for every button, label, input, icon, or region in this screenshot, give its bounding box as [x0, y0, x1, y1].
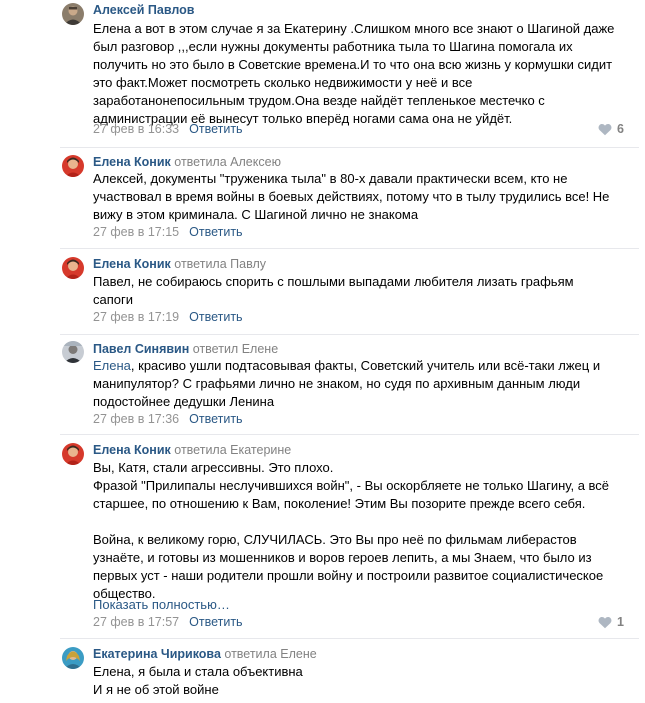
reply-to-name[interactable]: Елене [242, 342, 278, 356]
avatar[interactable] [62, 647, 84, 669]
comment-text: Елена, я была и стала объективна И я не … [93, 663, 628, 699]
avatar[interactable] [62, 155, 84, 177]
comment-header: Елена Коник ответила Екатерине [93, 442, 291, 458]
reply-prefix: ответил [192, 342, 239, 356]
like-button[interactable]: 1 [598, 614, 624, 630]
avatar[interactable] [62, 257, 84, 279]
comment-date[interactable]: 27 фев в 17:36 [93, 412, 179, 426]
reply-button[interactable]: Ответить [189, 310, 242, 324]
like-count: 1 [617, 615, 624, 629]
comment-meta: 27 фев в 16:33 Ответить [93, 121, 243, 137]
reply-to-name[interactable]: Елене [280, 647, 316, 661]
author-name[interactable]: Алексей Павлов [93, 3, 194, 17]
avatar-photo [62, 155, 84, 177]
text-line: вижу в этом криминала. С Шагиной лично н… [93, 207, 419, 222]
text-line: Война, к великому горю, СЛУЧИЛАСЬ. Это В… [93, 532, 577, 547]
reply-button[interactable]: Ответить [189, 122, 242, 136]
text-line: получить но это было в Советские времена… [93, 57, 613, 72]
text-line: Елена, красиво ушли подтасовывая факты, … [93, 357, 628, 375]
avatar[interactable] [62, 341, 84, 363]
comment-header: Екатерина Чирикова ответила Елене [93, 646, 317, 662]
avatar-photo [62, 3, 84, 25]
text-line: И я не об этой войне [93, 682, 219, 697]
heart-icon [598, 616, 612, 628]
comment-text: Павел, не собираюсь спорить с пошлыми вы… [93, 273, 628, 309]
text-line: заработанонепосильным трудом.Она везде н… [93, 93, 545, 108]
author-name[interactable]: Елена Коник [93, 257, 171, 271]
heart-icon [598, 123, 612, 135]
comment-header: Елена Коник ответила Павлу [93, 256, 266, 272]
reply-to-name[interactable]: Алексею [230, 155, 281, 169]
comment-date[interactable]: 27 фев в 17:19 [93, 310, 179, 324]
text-line: участвовал в время войны в боевых действ… [93, 189, 610, 204]
avatar[interactable] [62, 3, 84, 25]
reply-to-name[interactable]: Екатерине [230, 443, 291, 457]
divider [60, 248, 639, 249]
comment-header: Алексей Павлов [93, 2, 194, 18]
text-line: манипулятор? С графьями лично не знаком,… [93, 376, 581, 391]
divider [60, 334, 639, 335]
text-line: Алексей, документы "труженика тыла" в 80… [93, 171, 568, 186]
text-line: узнаёте, и готовы из мошенников и воров … [93, 550, 592, 565]
divider [60, 638, 639, 639]
comment-meta: 27 фев в 17:19 Ответить [93, 309, 243, 325]
comment-header: Елена Коник ответила Алексею [93, 154, 281, 170]
text-line: сапоги [93, 292, 134, 307]
like-button[interactable]: 6 [598, 121, 624, 137]
author-name[interactable]: Павел Синявин [93, 342, 189, 356]
reply-prefix: ответила [174, 257, 227, 271]
text-line: Вы, Катя, стали агрессивны. Это плохо. [93, 460, 334, 475]
comment-date[interactable]: 27 фев в 16:33 [93, 122, 179, 136]
text-line: подостойнее дедушки Ленина [93, 394, 275, 409]
avatar-photo [62, 647, 84, 669]
comment-meta: 27 фев в 17:36 Ответить [93, 411, 243, 427]
text-line: первых уст - наши родители прошли войну … [93, 568, 604, 583]
avatar-photo [62, 443, 84, 465]
text-line: Фразой "Прилипалы неслучившихся войн", -… [93, 478, 610, 493]
comment-text: Елена а вот в этом случае я за Екатерину… [93, 20, 628, 128]
avatar[interactable] [62, 443, 84, 465]
avatar-photo [62, 341, 84, 363]
comment-meta: 27 фев в 17:57 Ответить [93, 614, 243, 630]
show-more-link[interactable]: Показать полностью… [93, 596, 230, 614]
author-name[interactable]: Елена Коник [93, 443, 171, 457]
like-count: 6 [617, 122, 624, 136]
comment-text: Алексей, документы "труженика тыла" в 80… [93, 170, 628, 224]
mention-link[interactable]: Елена [93, 358, 131, 373]
comment-date[interactable]: 27 фев в 17:15 [93, 225, 179, 239]
text-line: Елена, я была и стала объективна [93, 664, 303, 679]
comment-text: Вы, Катя, стали агрессивны. Это плохо. Ф… [93, 459, 628, 603]
divider [60, 147, 639, 148]
text-line: старшее, по отношению к Вам, поколение! … [93, 496, 586, 511]
divider [60, 434, 639, 435]
author-name[interactable]: Елена Коник [93, 155, 171, 169]
text-line: это факт.Может посмотреть сколько недвиж… [93, 75, 473, 90]
comment-header: Павел Синявин ответил Елене [93, 341, 278, 357]
avatar-photo [62, 257, 84, 279]
text-line: Павел, не собираюсь спорить с пошлыми вы… [93, 274, 574, 289]
reply-prefix: ответила [174, 155, 227, 169]
text-line: Елена а вот в этом случае я за Екатерину… [93, 21, 615, 36]
reply-prefix: ответила [224, 647, 277, 661]
text-rest: , красиво ушли подтасовывая факты, Совет… [130, 358, 601, 373]
reply-to-name[interactable]: Павлу [230, 257, 266, 271]
reply-button[interactable]: Ответить [189, 412, 242, 426]
comment-meta: 27 фев в 17:15 Ответить [93, 224, 243, 240]
reply-button[interactable]: Ответить [189, 615, 242, 629]
reply-prefix: ответила [174, 443, 227, 457]
reply-button[interactable]: Ответить [189, 225, 242, 239]
text-line: был разговор ,,,если нужны документы раб… [93, 39, 573, 54]
comment-text: Елена, красиво ушли подтасовывая факты, … [93, 357, 628, 411]
author-name[interactable]: Екатерина Чирикова [93, 647, 221, 661]
comment-date[interactable]: 27 фев в 17:57 [93, 615, 179, 629]
